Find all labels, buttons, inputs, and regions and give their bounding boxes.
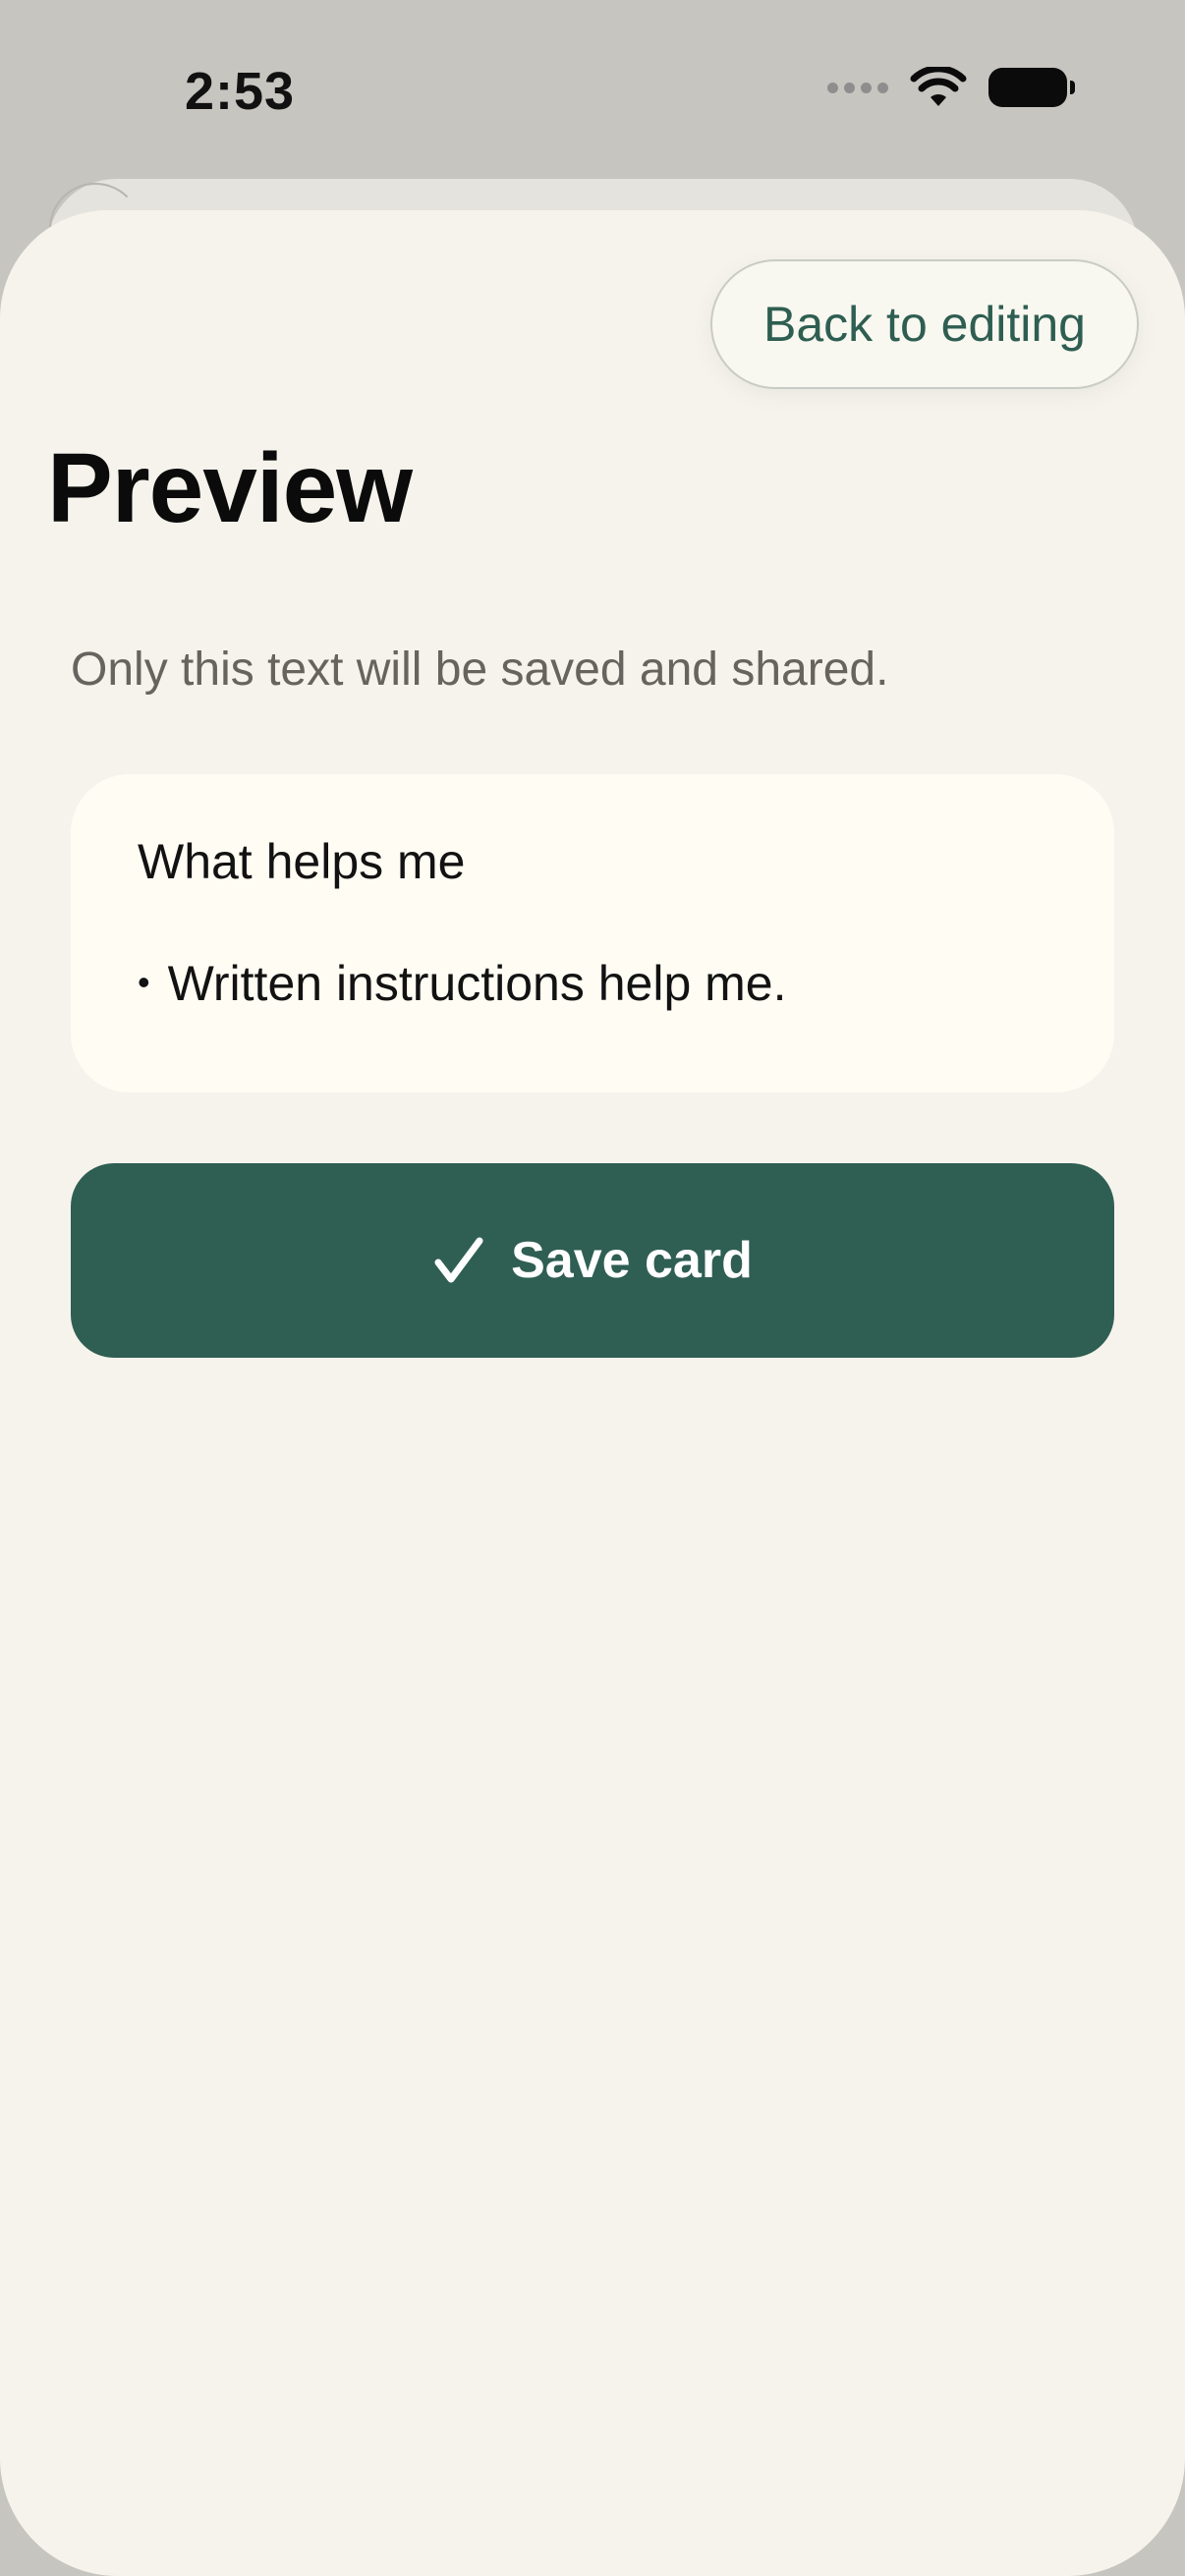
- card-list-item-text: Written instructions help me.: [167, 956, 787, 1011]
- page-title: Preview: [47, 433, 413, 543]
- save-card-button[interactable]: Save card: [71, 1163, 1114, 1358]
- status-icons: [827, 67, 1075, 108]
- cellular-signal-icon: [827, 82, 888, 93]
- preview-sheet: Back to editing Preview Only this text w…: [0, 210, 1185, 2576]
- battery-icon: [988, 68, 1075, 107]
- save-card-label: Save card: [511, 1232, 753, 1289]
- page-subtitle: Only this text will be saved and shared.: [71, 644, 889, 696]
- card-list-item: • Written instructions help me.: [138, 959, 1047, 1008]
- wifi-icon: [910, 67, 967, 106]
- status-bar: 2:53: [0, 0, 1185, 187]
- preview-card: What helps me • Written instructions hel…: [71, 774, 1114, 1092]
- back-to-editing-button[interactable]: Back to editing: [710, 259, 1139, 389]
- card-heading: What helps me: [138, 834, 466, 889]
- checkmark-icon: [434, 1237, 483, 1283]
- status-time: 2:53: [185, 62, 296, 121]
- bullet-marker: •: [138, 962, 150, 1002]
